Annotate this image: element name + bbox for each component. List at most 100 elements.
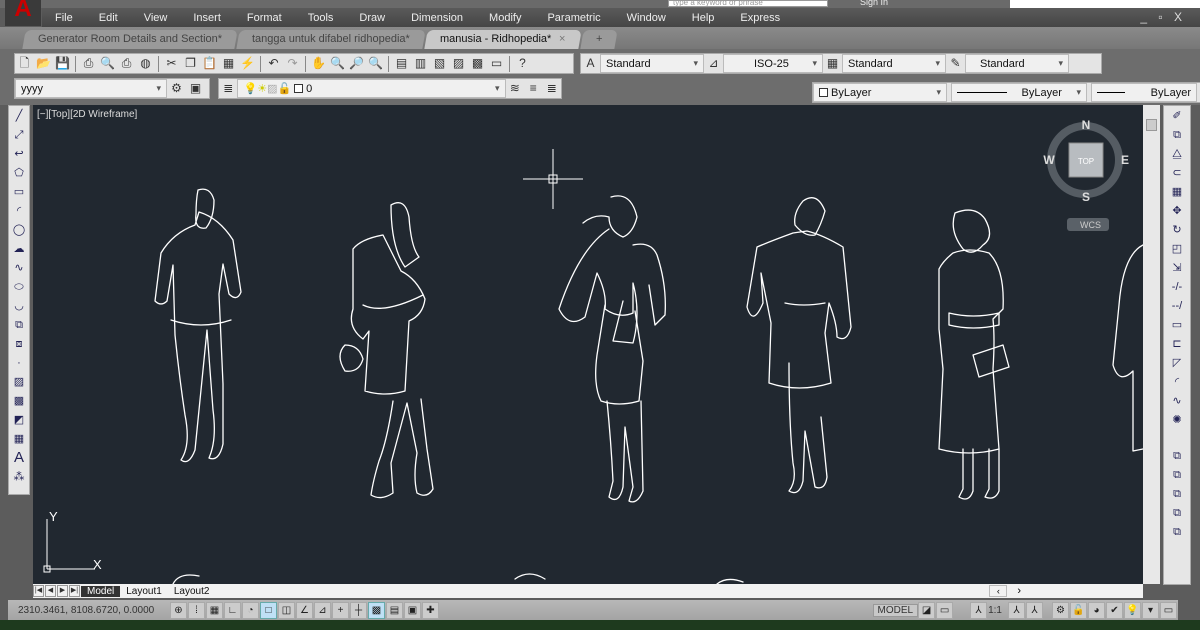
zoom-window-icon[interactable]: 🔎 <box>348 56 365 71</box>
dynamic-ucs-icon[interactable]: ⊿ <box>314 601 331 619</box>
add-selected-icon[interactable]: ⁂ <box>10 468 28 486</box>
multiline-text-icon[interactable]: A <box>10 449 28 467</box>
selection-cycling-icon[interactable]: ▣ <box>404 601 421 619</box>
break-icon[interactable]: ▭ <box>1168 316 1186 334</box>
circle-icon[interactable]: ◯ <box>10 221 28 239</box>
erase-icon[interactable]: ✐ <box>1168 107 1186 125</box>
stretch-icon[interactable]: ⇲ <box>1168 259 1186 277</box>
annotation-monitor-icon[interactable]: ✚ <box>422 601 439 619</box>
menu-edit[interactable]: Edit <box>86 12 131 24</box>
dim-style-dropdown[interactable]: ISO-25 ▾ <box>723 54 823 73</box>
calculator-icon[interactable]: ▭ <box>488 56 505 71</box>
mirror-icon[interactable]: ⧋ <box>1168 145 1186 163</box>
clean-screen-icon[interactable]: ▭ <box>1160 601 1177 619</box>
open-icon[interactable]: 📂 <box>35 56 52 71</box>
undo-icon[interactable]: ↶ <box>265 56 282 71</box>
new-icon[interactable]: 🗋 <box>16 56 33 71</box>
cut-icon[interactable]: ✂ <box>163 56 180 71</box>
help-icon[interactable]: ? <box>514 56 531 71</box>
arc-icon[interactable]: ◜ <box>10 202 28 220</box>
revision-cloud-icon[interactable]: ☁ <box>10 240 28 258</box>
fillet-icon[interactable]: ◜ <box>1168 373 1186 391</box>
zoom-realtime-icon[interactable]: 🔍 <box>329 56 346 71</box>
menu-file[interactable]: File <box>42 12 86 24</box>
window-controls[interactable]: _ ▫ X <box>1140 10 1186 24</box>
coordinates-readout[interactable]: 2310.3461, 8108.6720, 0.0000 <box>8 605 170 616</box>
linetype-dropdown[interactable]: ByLayer ▾ <box>951 83 1087 102</box>
close-tab-icon[interactable]: × <box>559 30 565 49</box>
line-icon[interactable]: ╱ <box>10 107 28 125</box>
ellipse-icon[interactable]: ⬭ <box>10 278 28 296</box>
design-center-icon[interactable]: ▥ <box>412 56 429 71</box>
rectangle-icon[interactable]: ▭ <box>10 183 28 201</box>
menu-window[interactable]: Window <box>614 12 679 24</box>
menu-express[interactable]: Express <box>727 12 793 24</box>
join-icon[interactable]: ⊏ <box>1168 335 1186 353</box>
workspace-settings-icon[interactable]: ⚙ <box>168 81 185 96</box>
layout-tab[interactable]: Layout1 <box>120 586 168 597</box>
annotation-visibility-icon[interactable]: ⅄ <box>1008 601 1025 619</box>
quick-properties-icon[interactable]: ▤ <box>386 601 403 619</box>
match-properties-icon[interactable]: ▦ <box>220 56 237 71</box>
file-tab[interactable]: tangga untuk difabel ridhopedia* <box>236 30 426 49</box>
vertical-scrollbar[interactable] <box>1143 105 1160 584</box>
mleader-style-icon[interactable]: ✎ <box>947 56 964 71</box>
draworder-front-icon[interactable]: ⧉ <box>1168 447 1186 465</box>
zoom-previous-icon[interactable]: 🔍 <box>367 56 384 71</box>
menu-tools[interactable]: Tools <box>295 12 347 24</box>
transparency-icon[interactable]: ▩ <box>368 601 385 619</box>
explode-icon[interactable]: ✺ <box>1168 411 1186 429</box>
polygon-icon[interactable]: ⬠ <box>10 164 28 182</box>
menu-dimension[interactable]: Dimension <box>398 12 476 24</box>
color-dropdown[interactable]: ByLayer ▾ <box>813 83 947 102</box>
draworder-above-icon[interactable]: ⧉ <box>1168 485 1186 503</box>
scale-icon[interactable]: ◰ <box>1168 240 1186 258</box>
text-style-dropdown[interactable]: Standard ▾ <box>600 54 704 73</box>
object-snap-icon[interactable]: □ <box>260 601 277 619</box>
isolate-bulb-icon[interactable]: 💡 <box>1124 601 1141 619</box>
layer-dropdown[interactable]: 💡 ☀ ▨ 🔓 0 ▾ <box>237 79 506 98</box>
copy-object-icon[interactable]: ⧉ <box>1168 126 1186 144</box>
chamfer-icon[interactable]: ◸ <box>1168 354 1186 372</box>
markup-icon[interactable]: ▩ <box>469 56 486 71</box>
save-icon[interactable]: 💾 <box>54 56 71 71</box>
last-layout-button[interactable]: ▶| <box>69 585 80 597</box>
status-menu-icon[interactable]: ▾ <box>1142 601 1159 619</box>
construction-line-icon[interactable]: ⤢ <box>10 126 28 144</box>
make-block-icon[interactable]: ⧈ <box>10 335 28 353</box>
viewcube[interactable]: TOP N S E W WCS <box>1043 118 1129 231</box>
drawing-viewport[interactable]: [−][Top][2D Wireframe] Y X TOP N S E W W… <box>33 105 1143 584</box>
grid-display-icon[interactable]: ▦ <box>206 601 223 619</box>
offset-icon[interactable]: ⊂ <box>1168 164 1186 182</box>
quick-view-layouts-icon[interactable]: ◪ <box>918 601 936 619</box>
menu-modify[interactable]: Modify <box>476 12 534 24</box>
ortho-mode-icon[interactable]: ∟ <box>224 601 241 619</box>
hardware-acceleration-icon[interactable]: ◕ <box>1088 601 1105 619</box>
polyline-icon[interactable]: ↩ <box>10 145 28 163</box>
lineweight-icon[interactable]: ┼ <box>350 601 367 619</box>
spline-icon[interactable]: ∿ <box>10 259 28 277</box>
layout-tab[interactable]: Layout2 <box>168 586 216 597</box>
hatch-icon[interactable]: ▨ <box>10 373 28 391</box>
dim-style-icon[interactable]: ⊿ <box>705 56 722 71</box>
workspace-dropdown[interactable]: yyyy ▾ <box>15 79 167 98</box>
layer-properties-icon[interactable]: ≣ <box>220 81 236 96</box>
redo-icon[interactable]: ↷ <box>284 56 301 71</box>
move-icon[interactable]: ✥ <box>1168 202 1186 220</box>
3d-object-snap-icon[interactable]: ◫ <box>278 601 295 619</box>
customize-icon[interactable]: ▣ <box>187 81 204 96</box>
isolate-objects-icon[interactable]: ✔ <box>1106 601 1123 619</box>
application-menu-button[interactable]: A <box>5 0 41 26</box>
trim-icon[interactable]: -/- <box>1168 278 1186 296</box>
snap-mode-icon[interactable]: ⁞ <box>188 601 205 619</box>
publish-icon[interactable]: ⎙ <box>118 56 135 71</box>
scroll-thumb[interactable] <box>1146 119 1157 131</box>
auto-scale-icon[interactable]: ⅄ <box>1026 601 1043 619</box>
menu-view[interactable]: View <box>131 12 181 24</box>
sign-in-button[interactable]: Sign In <box>840 0 888 7</box>
point-icon[interactable]: · <box>10 354 28 372</box>
dynamic-input-icon[interactable]: + <box>332 601 349 619</box>
print-icon[interactable]: ⎙ <box>80 56 97 71</box>
make-current-icon[interactable]: ≋ <box>507 81 523 96</box>
infer-constraints-icon[interactable]: ⊕ <box>170 601 187 619</box>
